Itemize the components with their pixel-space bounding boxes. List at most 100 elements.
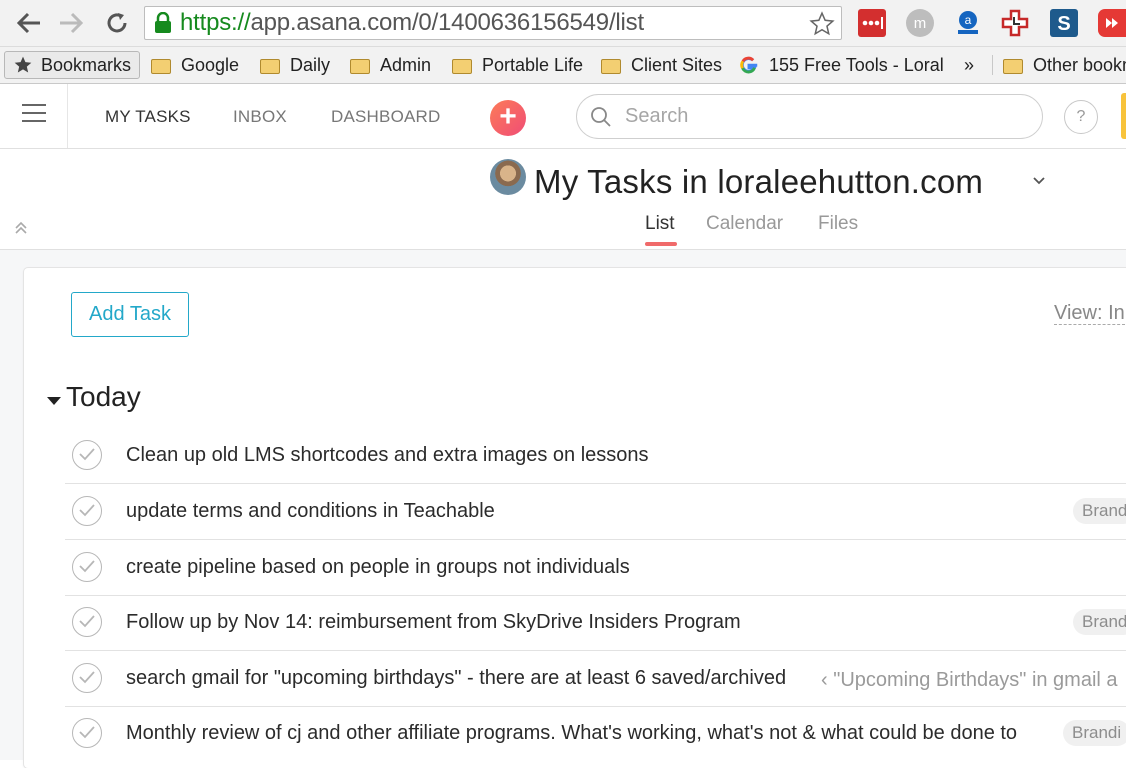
task-name[interactable]: Clean up old LMS shortcodes and extra im…	[126, 444, 649, 467]
task-row[interactable]: search gmail for "upcoming birthdays" - …	[65, 651, 1126, 707]
forward-button[interactable]	[56, 8, 86, 38]
bookmarks-separator	[992, 55, 993, 75]
bookmark-client-sites[interactable]: Client Sites	[601, 47, 722, 83]
medical-cross-extension-icon[interactable]	[1001, 9, 1029, 37]
asana-topbar: MY TASKS INBOX DASHBOARD + ?	[0, 84, 1126, 149]
bookmarks-overflow-button[interactable]: »	[964, 47, 974, 83]
task-name[interactable]: search gmail for "upcoming birthdays" - …	[126, 667, 786, 690]
complete-task-checkbox[interactable]	[72, 718, 102, 748]
bookmark-star-icon[interactable]	[809, 11, 835, 37]
bookmark-label: Portable Life	[482, 54, 584, 75]
bookmark-label: Google	[181, 54, 240, 75]
project-tag[interactable]: Brand	[1073, 609, 1126, 635]
nav-dashboard[interactable]: DASHBOARD	[331, 107, 441, 127]
help-button[interactable]: ?	[1064, 100, 1098, 134]
s-extension-icon[interactable]: S	[1050, 9, 1078, 37]
checkmark-icon	[79, 726, 95, 739]
page-title: My Tasks in loraleehutton.com	[534, 163, 984, 200]
complete-task-checkbox[interactable]	[72, 552, 102, 582]
folder-icon	[151, 58, 171, 74]
help-icon: ?	[1076, 108, 1086, 125]
task-name[interactable]: Monthly review of cj and other affiliate…	[126, 722, 1056, 745]
folder-icon	[601, 58, 621, 74]
checkmark-icon	[79, 560, 95, 573]
checkmark-icon	[79, 504, 95, 517]
complete-task-checkbox[interactable]	[72, 663, 102, 693]
folder-icon	[350, 58, 370, 74]
complete-task-checkbox[interactable]	[72, 496, 102, 526]
checkmark-icon	[79, 448, 95, 461]
bookmark-google[interactable]: Google	[151, 47, 239, 83]
star-icon	[14, 56, 32, 73]
task-row[interactable]: update terms and conditions in Teachable…	[65, 484, 1126, 540]
reload-button[interactable]	[102, 8, 132, 38]
task-name[interactable]: create pipeline based on people in group…	[126, 556, 630, 579]
task-row[interactable]: Follow up by Nov 14: reimbursement from …	[65, 595, 1126, 651]
bookmark-free-tools[interactable]: 155 Free Tools - Lorale	[738, 47, 944, 83]
folder-icon	[1003, 58, 1023, 74]
youtube-extension-icon[interactable]	[1098, 9, 1126, 37]
view-filter-link[interactable]: View: In	[1054, 302, 1125, 325]
collapse-header-icon[interactable]	[14, 221, 28, 235]
folder-icon	[452, 58, 472, 74]
lastpass-icon[interactable]	[858, 9, 886, 37]
task-row[interactable]: Monthly review of cj and other affiliate…	[65, 706, 1126, 761]
plus-icon: +	[499, 100, 517, 133]
google-icon	[740, 56, 758, 74]
tab-files[interactable]: Files	[818, 213, 858, 235]
bookmark-admin[interactable]: Admin	[350, 47, 431, 83]
lock-icon	[155, 12, 171, 33]
page-header: My Tasks in loraleehutton.com List Calen…	[0, 149, 1126, 250]
section-title-today[interactable]: Today	[66, 381, 141, 413]
address-bar[interactable]: https://app.asana.com/0/1400636156549/li…	[144, 6, 842, 40]
browser-toolbar: https://app.asana.com/0/1400636156549/li…	[0, 0, 1126, 47]
svg-text:a: a	[965, 13, 972, 27]
bookmark-portable-life[interactable]: Portable Life	[452, 47, 583, 83]
reload-icon	[107, 13, 127, 33]
tab-list[interactable]: List	[645, 213, 675, 235]
bookmark-label: Daily	[290, 54, 331, 75]
section-collapse-icon[interactable]	[46, 396, 62, 406]
active-tab-indicator	[645, 242, 677, 246]
chevron-down-icon[interactable]	[1033, 177, 1045, 185]
tab-calendar[interactable]: Calendar	[706, 213, 783, 235]
avatar	[490, 159, 526, 195]
overflow-icon: »	[964, 54, 975, 75]
bookmark-label: Client Sites	[631, 54, 723, 75]
add-task-button[interactable]: Add Task	[71, 292, 189, 337]
back-button[interactable]	[14, 8, 44, 38]
task-name[interactable]: update terms and conditions in Teachable	[126, 500, 495, 523]
bookmark-label: Other bookm	[1033, 54, 1126, 75]
url-text: https://app.asana.com/0/1400636156549/li…	[180, 9, 644, 37]
url-scheme: https://	[180, 9, 251, 36]
menu-icon[interactable]	[22, 104, 46, 124]
bookmark-label: Bookmarks	[41, 54, 132, 75]
complete-task-checkbox[interactable]	[72, 607, 102, 637]
nav-inbox[interactable]: INBOX	[233, 107, 287, 127]
m-extension-icon[interactable]: m	[906, 9, 934, 37]
checkmark-icon	[79, 615, 95, 628]
svg-text:S: S	[1057, 13, 1070, 35]
complete-task-checkbox[interactable]	[72, 440, 102, 470]
upgrade-button-edge[interactable]	[1121, 93, 1126, 139]
bookmarks-bar: Bookmarks Google Daily Admin Portable Li…	[0, 47, 1126, 84]
bookmarks-menu[interactable]: Bookmarks	[4, 51, 141, 79]
task-row[interactable]: Clean up old LMS shortcodes and extra im…	[65, 428, 1126, 484]
search-field[interactable]	[576, 94, 1043, 139]
topbar-divider	[67, 84, 68, 148]
svg-text:m: m	[914, 15, 927, 32]
search-input[interactable]	[623, 104, 1007, 129]
amazon-assistant-icon[interactable]: a	[954, 9, 982, 37]
bookmark-other[interactable]: Other bookm	[1003, 47, 1126, 83]
forward-arrow-icon	[60, 12, 84, 34]
back-arrow-icon	[16, 12, 40, 34]
bookmark-daily[interactable]: Daily	[260, 47, 330, 83]
project-tag[interactable]: Brand	[1073, 498, 1126, 524]
project-tag[interactable]: Brandi	[1063, 720, 1126, 746]
quick-add-button[interactable]: +	[490, 100, 526, 136]
task-name[interactable]: Follow up by Nov 14: reimbursement from …	[126, 611, 741, 634]
url-path: app.asana.com/0/1400636156549/list	[250, 9, 644, 36]
nav-my-tasks[interactable]: MY TASKS	[105, 107, 191, 127]
task-row[interactable]: create pipeline based on people in group…	[65, 540, 1126, 596]
parent-task-link[interactable]: ‹ "Upcoming Birthdays" in gmail a	[821, 669, 1118, 692]
